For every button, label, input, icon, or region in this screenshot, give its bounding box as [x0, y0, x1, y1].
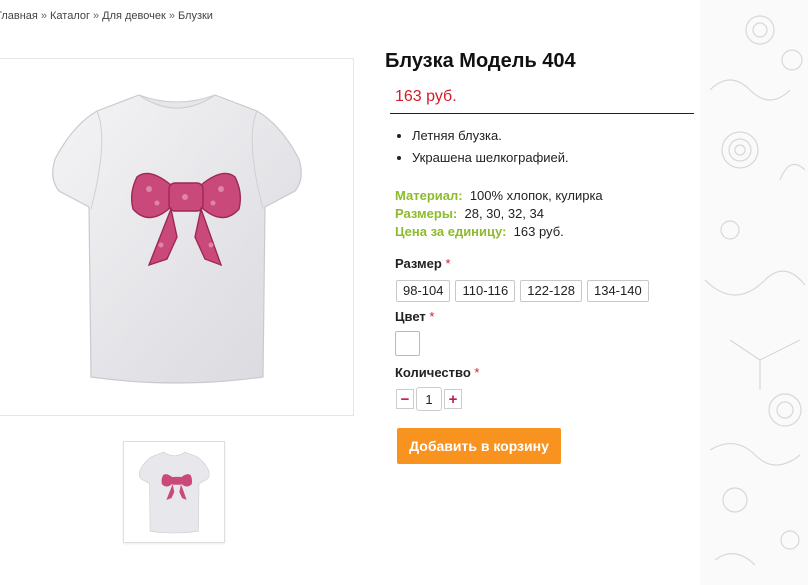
size-label: Размер * — [395, 256, 451, 271]
size-options: 98-104 110-116 122-128 134-140 — [396, 280, 649, 302]
spec-label-unit-price: Цена за единицу: — [395, 224, 507, 239]
required-mark: * — [445, 256, 451, 271]
quantity-input[interactable] — [416, 387, 442, 411]
product-price: 163 руб. — [395, 88, 457, 105]
breadcrumb-separator: » — [93, 10, 100, 22]
breadcrumb-home[interactable]: Главная — [0, 10, 38, 22]
spec-label-sizes: Размеры: — [395, 206, 458, 221]
quantity-increase-button[interactable]: + — [444, 389, 462, 409]
product-main-image[interactable] — [0, 58, 354, 416]
size-option-134-140[interactable]: 134-140 — [586, 280, 649, 302]
color-label-text: Цвет — [395, 309, 426, 324]
quantity-label: Количество * — [395, 365, 479, 380]
color-swatch[interactable] — [395, 331, 420, 356]
color-label: Цвет * — [395, 309, 434, 324]
list-item: Летняя блузка. — [412, 125, 569, 147]
spec-label-material: Материал: — [395, 188, 463, 203]
decorative-pattern — [700, 0, 808, 585]
required-mark: * — [429, 309, 435, 324]
tshirt-with-bow-image — [52, 94, 302, 384]
breadcrumb-separator: » — [168, 10, 175, 22]
list-item: Украшена шелкографией. — [412, 147, 569, 169]
quantity-label-text: Количество — [395, 365, 471, 380]
product-specs: Материал: 100% хлопок, кулирка Размеры: … — [395, 187, 603, 241]
breadcrumb: Главная» Каталог» Для девочек» Блузки — [0, 10, 213, 22]
add-to-cart-button[interactable]: Добавить в корзину — [397, 428, 561, 464]
size-option-98-104[interactable]: 98-104 — [396, 280, 451, 302]
quantity-decrease-button[interactable]: − — [396, 389, 414, 409]
product-title: Блузка Модель 404 — [385, 50, 576, 72]
spec-value-sizes: 28, 30, 32, 34 — [464, 206, 544, 221]
size-label-text: Размер — [395, 256, 442, 271]
size-option-110-116[interactable]: 110-116 — [455, 280, 516, 302]
required-mark: * — [474, 365, 480, 380]
breadcrumb-separator: » — [40, 10, 47, 22]
quantity-stepper: − + — [396, 387, 462, 411]
size-option-122-128[interactable]: 122-128 — [520, 280, 582, 302]
product-thumbnail[interactable] — [123, 441, 225, 543]
feature-list: Летняя блузка. Украшена шелкографией. — [395, 125, 569, 169]
spec-value-unit-price: 163 руб. — [513, 224, 564, 239]
breadcrumb-current: Блузки — [177, 10, 213, 22]
breadcrumb-girls[interactable]: Для девочек — [102, 10, 166, 22]
tshirt-thumbnail-image — [139, 451, 210, 534]
divider — [390, 113, 694, 114]
spec-value-material: 100% хлопок, кулирка — [469, 188, 603, 203]
breadcrumb-catalog[interactable]: Каталог — [50, 10, 90, 22]
